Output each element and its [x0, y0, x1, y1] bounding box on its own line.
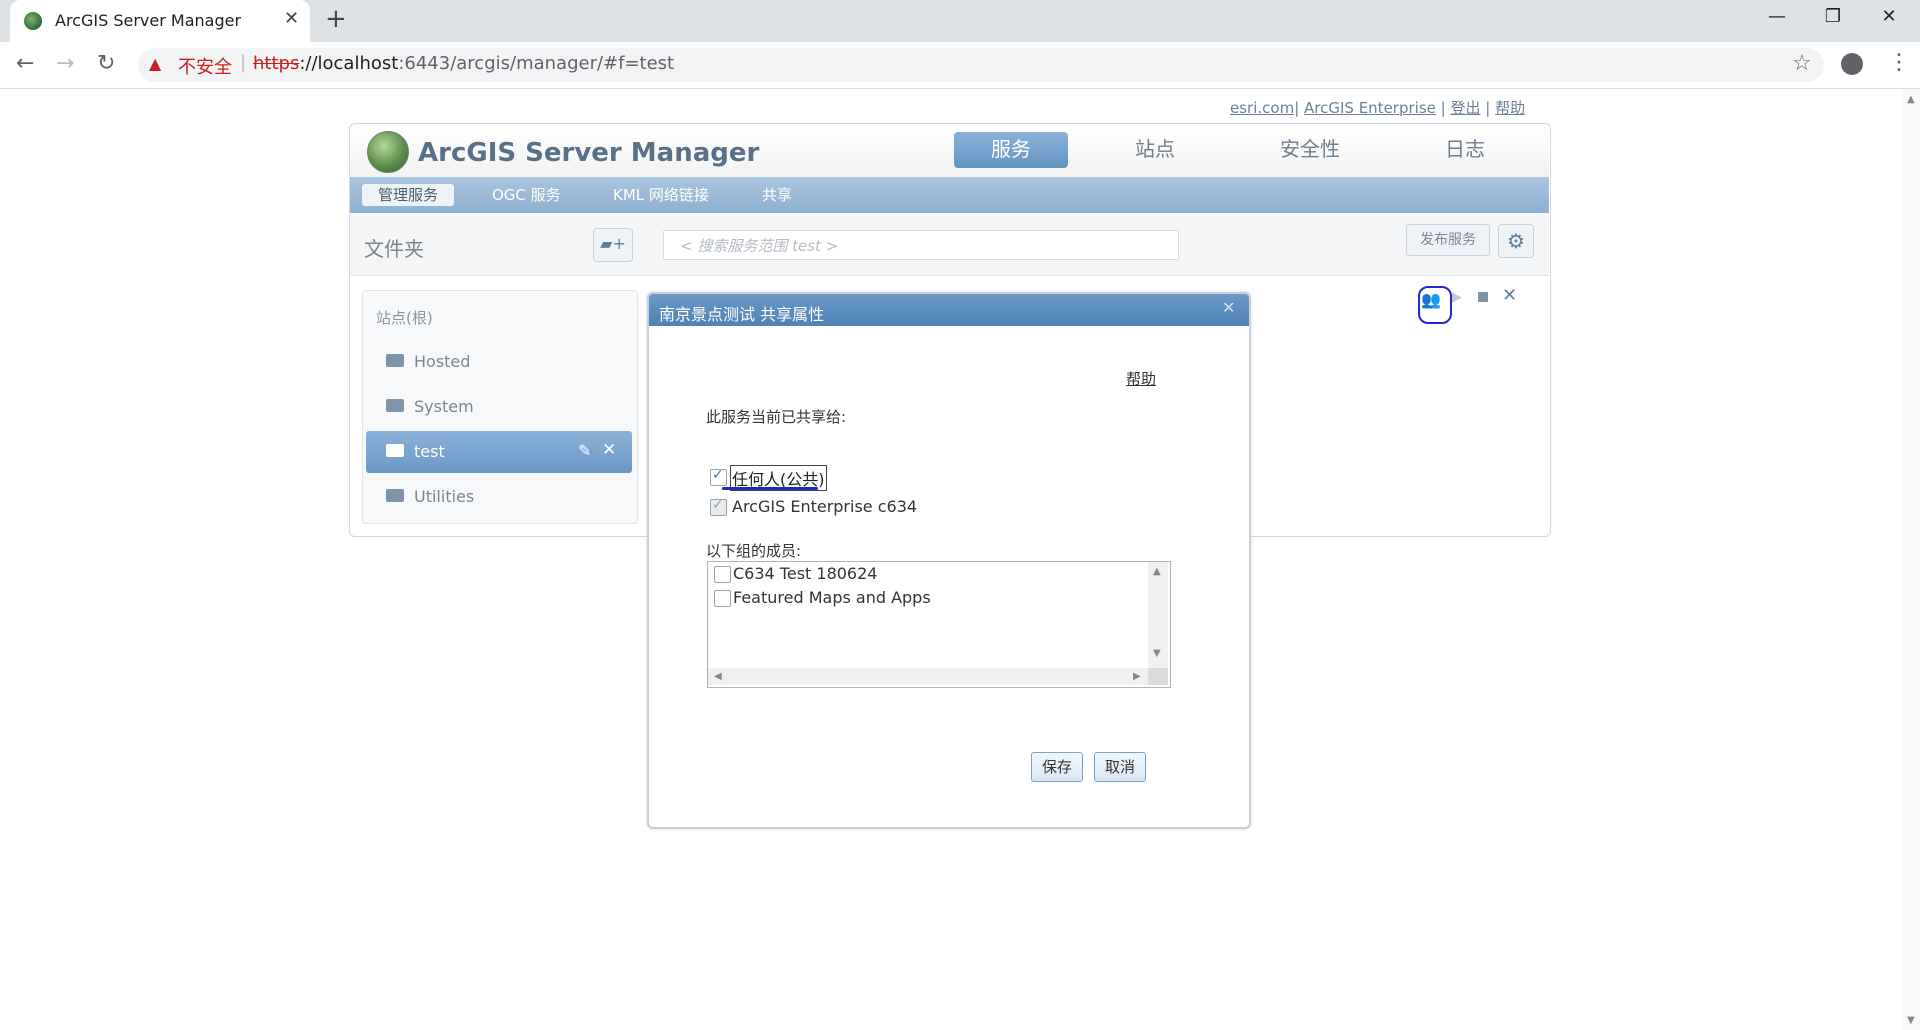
scroll-left-icon[interactable]: ◀ — [714, 671, 722, 682]
url-scheme: https — [253, 53, 300, 74]
back-icon[interactable]: ← — [16, 51, 34, 76]
edit-folder-icon[interactable]: ✎ — [578, 441, 591, 460]
tab-close-icon[interactable]: ✕ — [284, 8, 299, 29]
folder-item-test[interactable]: test ✎ ✕ — [366, 431, 632, 473]
share-users-icon[interactable]: 👥 — [1421, 290, 1441, 309]
list-horizontal-scrollbar[interactable] — [708, 668, 1148, 685]
url-text[interactable]: https://localhost:6443/arcgis/manager/#f… — [253, 53, 674, 74]
folder-icon — [386, 354, 404, 367]
subnav-ogc-services[interactable]: OGC 服务 — [492, 184, 561, 206]
dialog-close-icon[interactable]: ✕ — [1222, 298, 1235, 317]
folder-label: Utilities — [414, 487, 475, 506]
arcgis-favicon-icon — [24, 12, 42, 30]
url-path: :6443/arcgis/manager/#f=test — [398, 53, 675, 74]
add-folder-button[interactable]: ▰+ — [593, 228, 633, 262]
nav-logs[interactable]: 日志 — [1410, 132, 1520, 168]
arcgis-globe-logo — [367, 131, 409, 173]
folder-label: System — [414, 397, 474, 416]
warning-icon[interactable]: ▲ — [149, 54, 161, 73]
logout-link[interactable]: 登出 — [1450, 99, 1480, 117]
folder-item-system[interactable]: System — [366, 386, 632, 428]
scroll-up-icon[interactable]: ▲ — [1153, 566, 1161, 577]
close-window-icon[interactable]: ✕ — [1866, 6, 1912, 27]
insecure-label[interactable]: 不安全 — [178, 53, 232, 79]
nav-services[interactable]: 服务 — [954, 132, 1068, 168]
folder-label: Hosted — [414, 352, 471, 371]
esri-link[interactable]: esri.com — [1230, 99, 1294, 117]
delete-service-icon[interactable]: ✕ — [1502, 285, 1517, 306]
new-tab-button[interactable]: + — [325, 4, 347, 34]
app-title: ArcGIS Server Manager — [418, 138, 760, 168]
dialog-help-link[interactable]: 帮助 — [1126, 368, 1156, 389]
start-service-icon[interactable]: ▶ — [1452, 290, 1462, 305]
url-host: ://localhost — [299, 53, 399, 74]
page-scroll-up-icon[interactable]: ▲ — [1907, 94, 1915, 105]
folder-item-utilities[interactable]: Utilities — [366, 476, 632, 518]
dialog-title: 南京景点测试 共享属性 — [659, 305, 825, 324]
delete-folder-icon[interactable]: ✕ — [602, 440, 616, 460]
group-members-label: 以下组的成员: — [706, 542, 802, 560]
folder-icon — [386, 489, 404, 502]
folders-label: 文件夹 — [364, 237, 424, 261]
stop-service-icon[interactable] — [1478, 292, 1488, 302]
folder-item-hosted[interactable]: Hosted — [366, 341, 632, 383]
subnav-kml-links[interactable]: KML 网络链接 — [613, 184, 709, 206]
enterprise-label: ArcGIS Enterprise c634 — [732, 497, 918, 516]
top-links: esri.com| ArcGIS Enterprise | 登出 | 帮助 — [1230, 99, 1526, 117]
subnav-sharing[interactable]: 共享 — [762, 184, 792, 206]
cancel-button[interactable]: 取消 — [1094, 752, 1146, 782]
publish-service-button[interactable]: 发布服务 — [1406, 224, 1490, 256]
site-root-label[interactable]: 站点(根) — [376, 307, 433, 328]
help-link[interactable]: 帮助 — [1495, 99, 1525, 117]
url-separator: | — [240, 52, 247, 73]
everyone-checkbox[interactable] — [710, 467, 727, 486]
add-folder-icon: ▰+ — [600, 234, 626, 253]
browser-tab[interactable]: ArcGIS Server Manager ✕ — [10, 0, 310, 42]
enterprise-checkbox[interactable] — [710, 497, 727, 516]
page-scroll-down-icon[interactable]: ▼ — [1907, 1015, 1915, 1026]
annotation-underline — [722, 487, 818, 490]
forward-icon[interactable]: → — [56, 51, 74, 76]
scroll-corner — [1148, 668, 1168, 685]
settings-gear-icon[interactable]: ⚙ — [1498, 224, 1534, 258]
page-scrollbar[interactable] — [1903, 89, 1920, 1030]
search-placeholder: < 搜索服务范围 test > — [680, 237, 839, 255]
shared-with-label: 此服务当前已共享给: — [706, 408, 847, 426]
account-icon[interactable] — [1841, 53, 1863, 75]
save-button[interactable]: 保存 — [1031, 752, 1083, 782]
scroll-down-icon[interactable]: ▼ — [1153, 648, 1161, 659]
folder-label: test — [414, 442, 445, 461]
minimize-icon[interactable]: — — [1754, 6, 1800, 27]
nav-site[interactable]: 站点 — [1100, 132, 1210, 168]
nav-security[interactable]: 安全性 — [1250, 132, 1370, 168]
subnav-manage-services[interactable]: 管理服务 — [362, 184, 455, 206]
folder-icon — [386, 399, 404, 412]
tab-title: ArcGIS Server Manager — [55, 11, 242, 30]
group-checkbox-featured-maps[interactable] — [714, 590, 731, 607]
restore-icon[interactable]: ❐ — [1810, 6, 1856, 27]
enterprise-link[interactable]: ArcGIS Enterprise — [1304, 99, 1436, 117]
group-label: C634 Test 180624 — [733, 564, 878, 583]
folder-icon — [386, 444, 404, 457]
group-label: Featured Maps and Apps — [733, 588, 931, 607]
reload-icon[interactable]: ↻ — [97, 51, 115, 76]
group-checkbox-c634-test[interactable] — [714, 566, 731, 583]
scroll-right-icon[interactable]: ▶ — [1133, 671, 1141, 682]
browser-menu-icon[interactable]: ⋮ — [1888, 50, 1910, 75]
bookmark-star-icon[interactable]: ☆ — [1792, 51, 1812, 76]
